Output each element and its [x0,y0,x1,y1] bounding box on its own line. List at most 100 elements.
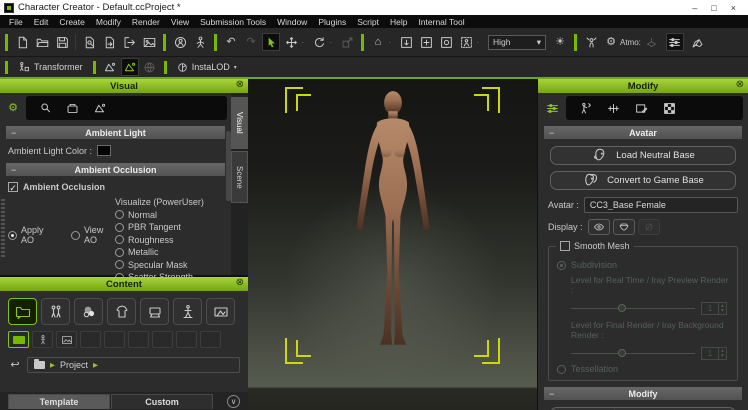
import-content-button[interactable] [80,33,98,51]
display-underwear-button[interactable] [613,219,635,235]
subcategory-avatar-slot[interactable] [8,331,29,348]
instalod-dropdown[interactable]: ▾ [234,64,240,71]
tab-custom[interactable]: Custom [111,394,213,409]
menu-submission-tools[interactable]: Submission Tools [200,17,266,27]
category-stage-button[interactable] [206,298,235,325]
open-project-button[interactable] [33,33,51,51]
texture-checker-tab[interactable] [660,99,678,117]
redo-button[interactable]: ↷ [242,33,260,51]
subcategory-image-slot[interactable] [56,331,77,348]
visualize-metallic-row[interactable]: Metallic [115,247,223,257]
rotate-tool-dropdown[interactable]: . [330,39,336,45]
display-hidden-button[interactable] [638,219,660,235]
visualize-specular-mask-radio[interactable] [115,260,124,269]
ambient-light-section-bar[interactable]: − Ambient Light [6,126,225,139]
breadcrumb[interactable]: ▶ Project ▶ [27,357,240,373]
visual-settings-toggle-button[interactable] [666,33,684,51]
select-tool-button[interactable] [262,33,280,51]
menu-internal-tool[interactable]: Internal Tool [418,17,464,27]
avatar-name-field[interactable] [584,197,738,213]
menu-plugins[interactable]: Plugins [318,17,346,27]
ambient-occlusion-checkbox[interactable]: ✓ [8,182,18,192]
category-cloth-button[interactable] [107,298,136,325]
collapse-icon[interactable]: − [549,389,554,399]
visualize-roughness-radio[interactable] [115,235,124,244]
instalod-button[interactable]: InstaLOD ▾ [172,59,245,76]
visualize-specular-mask-row[interactable]: Specular Mask [115,260,223,270]
category-pose-button[interactable] [173,298,202,325]
render-quality-dropdown[interactable]: High ▾ [488,35,546,50]
display-eye-button[interactable] [588,219,610,235]
apply-ao-radio-row[interactable]: Apply AO [8,225,55,245]
frame-all-button[interactable] [417,33,435,51]
zoom-region-button[interactable] [457,33,475,51]
atmosphere-button[interactable]: ⚙ [602,33,620,51]
ambient-occlusion-section-bar[interactable]: − Ambient Occlusion [6,163,225,176]
visual-panel-scrollbar[interactable] [226,131,231,201]
move-tool-button[interactable] [282,33,300,51]
panel-grip[interactable] [1,199,5,259]
modify-section-bar[interactable]: − Modify [544,387,742,400]
menu-help[interactable]: Help [390,17,407,27]
visualize-normal-radio[interactable] [115,210,124,219]
scale-tool-button[interactable] [338,33,356,51]
adjust-bones-tab[interactable] [604,99,622,117]
collapse-icon[interactable]: − [11,165,16,175]
render-sun-light-button[interactable]: ☀ [551,33,569,51]
modify-panel-close-icon[interactable]: ⊗ [736,79,744,90]
rotate-tool-button[interactable] [310,33,328,51]
goz-roundtrip-button[interactable] [171,33,189,51]
maximize-button[interactable]: □ [711,3,716,13]
load-neutral-base-button[interactable]: Load Neutral Base [550,146,736,165]
edit-mesh-button[interactable] [101,58,119,76]
subcategory-figure-slot[interactable] [32,331,53,348]
edit-texture-tab[interactable] [632,99,650,117]
visualize-pbr-tangent-radio[interactable] [115,223,124,232]
transformer-button[interactable]: Transformer [13,59,88,76]
camera-view-button[interactable] [437,33,455,51]
save-project-button[interactable] [53,33,71,51]
menu-file[interactable]: File [9,17,23,27]
apply-ao-radio[interactable] [8,231,17,240]
display-settings-tab[interactable]: ⚙ [4,99,22,117]
collapse-icon[interactable]: − [11,128,16,138]
visual-panel-close-icon[interactable]: ⊗ [236,79,244,90]
menu-script[interactable]: Script [357,17,379,27]
minimize-button[interactable]: – [692,3,697,13]
menu-view[interactable]: View [171,17,189,27]
export-content-button[interactable] [100,33,118,51]
close-button[interactable]: × [731,3,736,13]
visualize-pbr-tangent-row[interactable]: PBR Tangent [115,222,223,232]
home-view-button[interactable]: ⌂ [369,33,387,51]
avatar-section-bar[interactable]: − Avatar [544,126,742,139]
new-project-button[interactable] [13,33,31,51]
tab-template[interactable]: Template [8,394,110,409]
sketch-mode-button[interactable] [689,33,707,51]
light-settings-tab[interactable] [36,99,54,117]
undo-button[interactable]: ↶ [222,33,240,51]
view-ao-radio[interactable] [71,231,80,240]
smooth-mesh-checkbox[interactable] [560,241,570,251]
menu-edit[interactable]: Edit [34,17,49,27]
mesh-sphere-button[interactable] [141,58,159,76]
pose-tool-button[interactable] [191,33,209,51]
menu-render[interactable]: Render [132,17,160,27]
side-tab-visual[interactable]: Visual [231,97,248,149]
content-expand-icon[interactable]: ∨ [227,395,240,408]
move-tool-dropdown[interactable]: . [302,39,308,45]
shadow-catcher-button[interactable] [643,33,661,51]
breadcrumb-back-icon[interactable]: ↩ [8,356,22,374]
render-image-button[interactable] [140,33,158,51]
side-tab-scene[interactable]: Scene [231,151,248,203]
category-project-button[interactable] [8,298,37,325]
export-fbx-button[interactable] [120,33,138,51]
visualize-roughness-row[interactable]: Roughness [115,235,223,245]
visualize-metallic-radio[interactable] [115,248,124,257]
edit-mesh-active-button[interactable] [121,58,139,76]
viewport-3d[interactable] [248,79,537,410]
mesh-display-tab[interactable] [90,99,108,117]
breadcrumb-project[interactable]: Project [60,360,88,370]
category-accessory-button[interactable] [140,298,169,325]
shadow-settings-tab[interactable] [63,99,81,117]
visualize-normal-row[interactable]: Normal [115,210,223,220]
